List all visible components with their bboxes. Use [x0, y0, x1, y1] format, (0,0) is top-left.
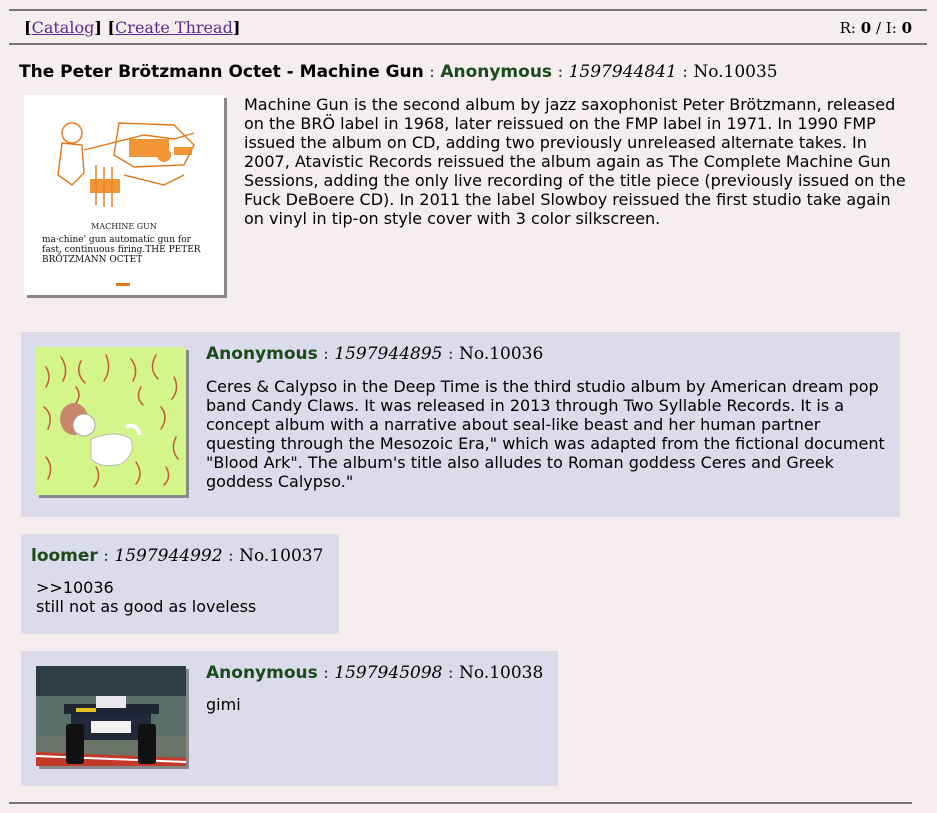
- separator: :: [103, 546, 109, 566]
- separator: :: [227, 546, 234, 566]
- quote-link[interactable]: >>10036: [36, 578, 114, 597]
- op-name: Anonymous: [440, 62, 553, 82]
- reply-comment: gimi: [206, 695, 241, 714]
- image-count: 0: [901, 19, 912, 37]
- reply-count-label: R:: [839, 19, 856, 37]
- separator: :: [447, 344, 454, 364]
- reply-comment: Ceres & Calypso in the Deep Time is the …: [206, 377, 885, 491]
- bottom-divider: [9, 802, 912, 804]
- op-image-thumbnail[interactable]: MACHINE GUN ma·chine' gun automatic gun …: [24, 95, 224, 295]
- bracket: ] [: [94, 18, 116, 37]
- bracket: ]: [232, 18, 241, 37]
- nav-divider: [9, 43, 927, 45]
- separator: :: [682, 62, 688, 82]
- bracket: [: [24, 18, 32, 37]
- separator: :: [557, 62, 564, 82]
- op-timestamp: 1597944841: [568, 62, 677, 82]
- reply-name: loomer: [31, 546, 98, 566]
- reply-header: Anonymous : 1597945098 : No.10038: [206, 663, 543, 683]
- reply-name: Anonymous: [206, 663, 318, 683]
- reply-name: Anonymous: [206, 344, 318, 364]
- reply-header: loomer : 1597944992 : No.10037: [31, 546, 323, 566]
- image-count-label: I:: [885, 19, 897, 37]
- separator: :: [447, 663, 454, 683]
- race-car-photo: [36, 666, 186, 766]
- separator: :: [429, 62, 435, 82]
- reply-header: Anonymous : 1597944895 : No.10036: [206, 344, 543, 364]
- reply-timestamp: 1597945098: [334, 663, 443, 683]
- op-header: The Peter Brötzmann Octet - Machine Gun …: [19, 62, 778, 82]
- separator: :: [323, 663, 329, 683]
- reply-image-thumbnail[interactable]: [36, 347, 186, 495]
- reply-timestamp: 1597944992: [114, 546, 223, 566]
- cover-title: MACHINE GUN: [91, 222, 157, 231]
- cover-definition: ma·chine' gun automatic gun for fast, co…: [42, 235, 201, 265]
- create-thread-link[interactable]: Create Thread: [115, 18, 233, 37]
- reply-post: loomer : 1597944992 : No.10037 >>10036 s…: [21, 534, 339, 634]
- reply-post-number[interactable]: No.10036: [459, 344, 543, 364]
- separator: :: [323, 344, 329, 364]
- nav-bar: [Catalog] [Create Thread]: [24, 18, 240, 37]
- ceres-calypso-cover-art: [36, 347, 186, 495]
- reply-count: 0: [860, 19, 872, 37]
- thread-stats: R: 0 / I: 0: [840, 19, 912, 37]
- reply-timestamp: 1597944895: [334, 344, 443, 364]
- catalog-link[interactable]: Catalog: [32, 18, 95, 37]
- top-divider: [9, 9, 927, 11]
- stats-separator: /: [875, 19, 882, 37]
- machine-gun-cover-art: MACHINE GUN ma·chine' gun automatic gun …: [24, 95, 224, 295]
- op-post-number[interactable]: No.10035: [693, 62, 777, 82]
- reply-image-thumbnail[interactable]: [36, 666, 186, 766]
- reply-comment: still not as good as loveless: [36, 597, 257, 616]
- reply-post-number[interactable]: No.10038: [459, 663, 543, 683]
- reply-post: Anonymous : 1597945098 : No.10038 gimi: [21, 651, 558, 786]
- op-subject: The Peter Brötzmann Octet - Machine Gun: [19, 62, 424, 82]
- reply-post: Anonymous : 1597944895 : No.10036 Ceres …: [21, 332, 900, 517]
- op-comment: Machine Gun is the second album by jazz …: [244, 95, 906, 228]
- reply-post-number[interactable]: No.10037: [239, 546, 323, 566]
